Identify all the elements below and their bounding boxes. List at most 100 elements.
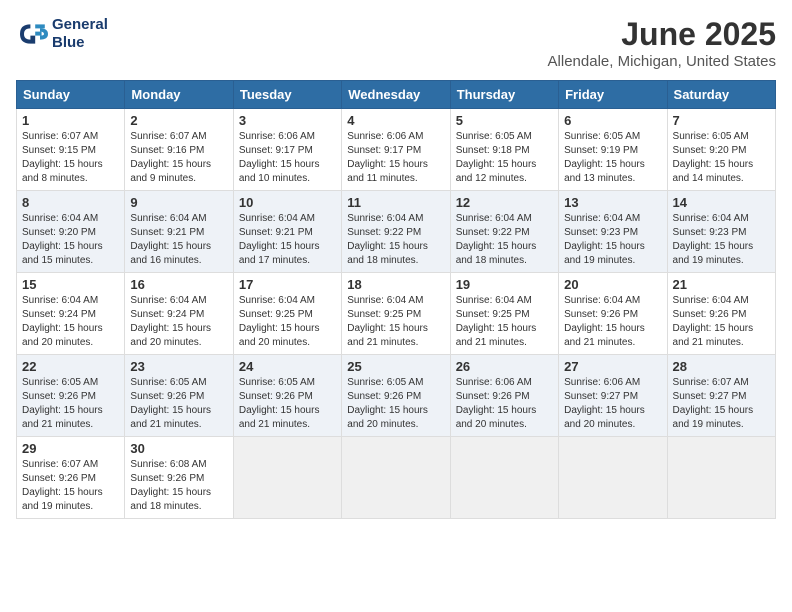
day-cell: 27 Sunrise: 6:06 AM Sunset: 9:27 PM Dayli… [559,355,667,437]
day-info: Sunrise: 6:05 AM Sunset: 9:26 PM Dayligh… [239,376,336,432]
day-number: 6 [564,113,661,128]
day-number: 20 [564,277,661,292]
day-number: 27 [564,359,661,374]
day-info: Sunrise: 6:04 AM Sunset: 9:24 PM Dayligh… [130,294,227,350]
day-number: 13 [564,195,661,210]
day-info: Sunrise: 6:06 AM Sunset: 9:17 PM Dayligh… [239,130,336,186]
day-info: Sunrise: 6:04 AM Sunset: 9:23 PM Dayligh… [673,212,770,268]
week-row-4: 22 Sunrise: 6:05 AM Sunset: 9:26 PM Dayli… [17,355,776,437]
week-row-5: 29 Sunrise: 6:07 AM Sunset: 9:26 PM Dayli… [17,437,776,519]
calendar-body: 1 Sunrise: 6:07 AM Sunset: 9:15 PM Daylig… [17,109,776,519]
week-row-2: 8Sunrise: 6:04 AM Sunset: 9:20 PM Daylig… [17,191,776,273]
logo-icon [16,18,48,50]
day-info: Sunrise: 6:07 AM Sunset: 9:26 PM Dayligh… [22,458,119,514]
day-info: Sunrise: 6:07 AM Sunset: 9:16 PM Dayligh… [130,130,227,186]
day-cell: 15 Sunrise: 6:04 AM Sunset: 9:24 PM Dayli… [17,273,125,355]
day-info: Sunrise: 6:06 AM Sunset: 9:27 PM Dayligh… [564,376,661,432]
day-number: 2 [130,113,227,128]
day-cell: 13 Sunrise: 6:04 AM Sunset: 9:23 PM Dayli… [559,191,667,273]
day-cell: 18 Sunrise: 6:04 AM Sunset: 9:25 PM Dayli… [342,273,450,355]
day-cell: 7 Sunrise: 6:05 AM Sunset: 9:20 PM Daylig… [667,109,775,191]
day-cell: 6 Sunrise: 6:05 AM Sunset: 9:19 PM Daylig… [559,109,667,191]
day-cell: 16Sunrise: 6:04 AM Sunset: 9:24 PM Dayli… [125,273,233,355]
header-cell-friday: Friday [559,81,667,109]
header: General Blue June 2025 Allendale, Michig… [16,16,776,70]
day-info: Sunrise: 6:04 AM Sunset: 9:25 PM Dayligh… [347,294,444,350]
day-cell: 28 Sunrise: 6:07 AM Sunset: 9:27 PM Dayli… [667,355,775,437]
day-cell [667,437,775,519]
day-cell: 12Sunrise: 6:04 AM Sunset: 9:22 PM Dayli… [450,191,558,273]
day-info: Sunrise: 6:07 AM Sunset: 9:27 PM Dayligh… [673,376,770,432]
day-cell: 29 Sunrise: 6:07 AM Sunset: 9:26 PM Dayli… [17,437,125,519]
day-info: Sunrise: 6:05 AM Sunset: 9:19 PM Dayligh… [564,130,661,186]
day-info: Sunrise: 6:04 AM Sunset: 9:26 PM Dayligh… [564,294,661,350]
calendar-title: June 2025 [548,16,776,53]
day-number: 7 [673,113,770,128]
header-cell-tuesday: Tuesday [233,81,341,109]
day-number: 4 [347,113,444,128]
day-cell: 2 Sunrise: 6:07 AM Sunset: 9:16 PM Daylig… [125,109,233,191]
day-number: 22 [22,359,119,374]
day-info: Sunrise: 6:04 AM Sunset: 9:23 PM Dayligh… [564,212,661,268]
week-row-1: 1 Sunrise: 6:07 AM Sunset: 9:15 PM Daylig… [17,109,776,191]
logo: General Blue [16,16,108,52]
day-number: 17 [239,277,336,292]
day-number: 5 [456,113,553,128]
day-cell: 5Sunrise: 6:05 AM Sunset: 9:18 PM Daylig… [450,109,558,191]
day-info: Sunrise: 6:04 AM Sunset: 9:20 PM Dayligh… [22,212,119,268]
day-cell: 26 Sunrise: 6:06 AM Sunset: 9:26 PM Dayli… [450,355,558,437]
calendar-table: SundayMondayTuesdayWednesdayThursdayFrid… [16,80,776,519]
header-cell-monday: Monday [125,81,233,109]
header-cell-wednesday: Wednesday [342,81,450,109]
day-info: Sunrise: 6:06 AM Sunset: 9:26 PM Dayligh… [456,376,553,432]
day-cell: 14Sunrise: 6:04 AM Sunset: 9:23 PM Dayli… [667,191,775,273]
day-info: Sunrise: 6:05 AM Sunset: 9:26 PM Dayligh… [22,376,119,432]
day-cell: 3 Sunrise: 6:06 AM Sunset: 9:17 PM Daylig… [233,109,341,191]
day-info: Sunrise: 6:05 AM Sunset: 9:26 PM Dayligh… [347,376,444,432]
header-row: SundayMondayTuesdayWednesdayThursdayFrid… [17,81,776,109]
day-cell: 10Sunrise: 6:04 AM Sunset: 9:21 PM Dayli… [233,191,341,273]
day-info: Sunrise: 6:07 AM Sunset: 9:15 PM Dayligh… [22,130,119,186]
day-number: 26 [456,359,553,374]
day-cell: 17 Sunrise: 6:04 AM Sunset: 9:25 PM Dayli… [233,273,341,355]
day-cell: 20 Sunrise: 6:04 AM Sunset: 9:26 PM Dayli… [559,273,667,355]
day-cell [233,437,341,519]
day-info: Sunrise: 6:04 AM Sunset: 9:21 PM Dayligh… [130,212,227,268]
day-cell: 1 Sunrise: 6:07 AM Sunset: 9:15 PM Daylig… [17,109,125,191]
day-number: 21 [673,277,770,292]
day-cell: 19 Sunrise: 6:04 AM Sunset: 9:25 PM Dayli… [450,273,558,355]
day-number: 1 [22,113,119,128]
day-cell: 25 Sunrise: 6:05 AM Sunset: 9:26 PM Dayli… [342,355,450,437]
day-info: Sunrise: 6:08 AM Sunset: 9:26 PM Dayligh… [130,458,227,514]
day-number: 15 [22,277,119,292]
day-cell: 11Sunrise: 6:04 AM Sunset: 9:22 PM Dayli… [342,191,450,273]
day-cell: 8Sunrise: 6:04 AM Sunset: 9:20 PM Daylig… [17,191,125,273]
day-number: 25 [347,359,444,374]
day-cell [450,437,558,519]
day-number: 18 [347,277,444,292]
header-cell-saturday: Saturday [667,81,775,109]
day-info: Sunrise: 6:05 AM Sunset: 9:20 PM Dayligh… [673,130,770,186]
day-cell: 24Sunrise: 6:05 AM Sunset: 9:26 PM Dayli… [233,355,341,437]
day-info: Sunrise: 6:06 AM Sunset: 9:17 PM Dayligh… [347,130,444,186]
day-info: Sunrise: 6:04 AM Sunset: 9:24 PM Dayligh… [22,294,119,350]
day-info: Sunrise: 6:04 AM Sunset: 9:25 PM Dayligh… [239,294,336,350]
day-info: Sunrise: 6:04 AM Sunset: 9:22 PM Dayligh… [456,212,553,268]
day-number: 3 [239,113,336,128]
day-cell: 21 Sunrise: 6:04 AM Sunset: 9:26 PM Dayli… [667,273,775,355]
day-number: 11 [347,195,444,210]
day-number: 19 [456,277,553,292]
day-number: 28 [673,359,770,374]
day-number: 23 [130,359,227,374]
calendar-subtitle: Allendale, Michigan, United States [548,53,776,70]
day-number: 29 [22,441,119,456]
logo-text: General Blue [52,16,108,52]
day-info: Sunrise: 6:04 AM Sunset: 9:26 PM Dayligh… [673,294,770,350]
day-info: Sunrise: 6:05 AM Sunset: 9:26 PM Dayligh… [130,376,227,432]
header-cell-sunday: Sunday [17,81,125,109]
day-cell: 23 Sunrise: 6:05 AM Sunset: 9:26 PM Dayli… [125,355,233,437]
day-info: Sunrise: 6:04 AM Sunset: 9:21 PM Dayligh… [239,212,336,268]
day-cell [342,437,450,519]
day-info: Sunrise: 6:04 AM Sunset: 9:25 PM Dayligh… [456,294,553,350]
day-cell: 22 Sunrise: 6:05 AM Sunset: 9:26 PM Dayli… [17,355,125,437]
